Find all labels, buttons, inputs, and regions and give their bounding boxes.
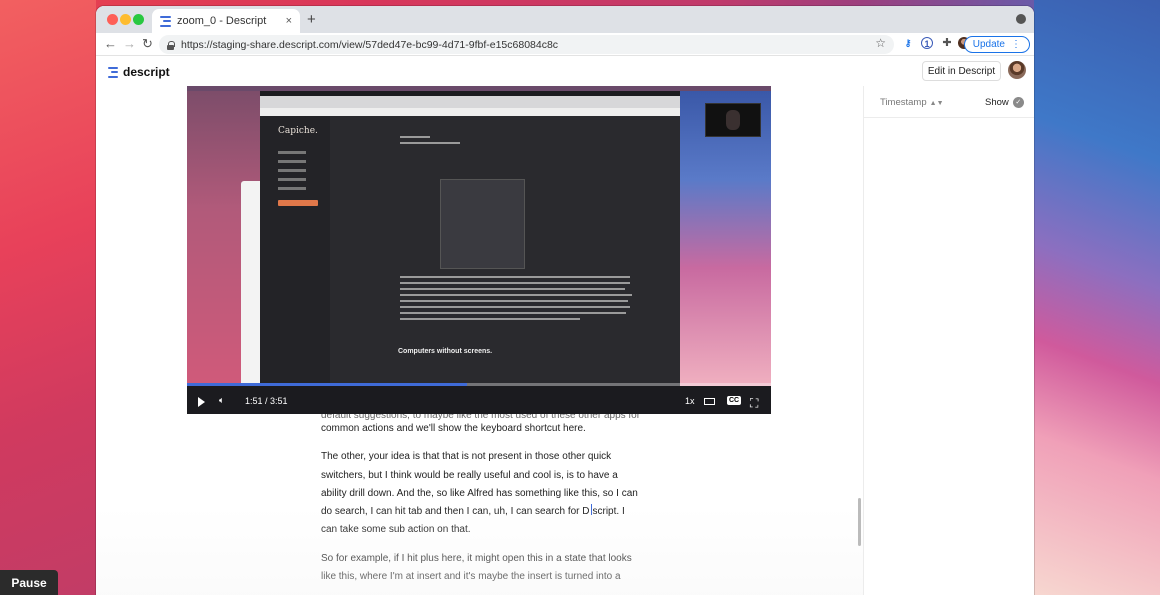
paragraph-text: So for example, if I hit plus here, it m… — [321, 552, 632, 583]
extension-1password-icon[interactable]: 1 — [921, 37, 933, 49]
address-bar[interactable]: https://staging-share.descript.com/view/… — [159, 35, 894, 54]
sidebar: Timestamp ▲▼ Show ✓ — [863, 86, 1034, 595]
recorded-article — [400, 136, 640, 184]
recorded-logo: Capiche. — [278, 126, 318, 136]
player-controls: 🔈︎ 1:51 / 3:51 1x CC ⛶ — [187, 388, 771, 414]
fullscreen-icon[interactable]: ⛶ — [750, 396, 758, 411]
show-label: Show — [985, 97, 1009, 108]
close-window-button[interactable] — [107, 14, 118, 25]
chrome-profile-icon[interactable] — [1016, 14, 1026, 24]
sidebar-header: Timestamp ▲▼ Show ✓ — [864, 86, 1034, 118]
scrollbar[interactable] — [858, 498, 861, 546]
new-tab-button[interactable]: + — [307, 11, 316, 28]
forward-arrow-icon[interactable]: → — [123, 36, 136, 51]
main-content: default suggestions, to maybe like the m… — [96, 86, 1034, 595]
time-display: 1:51 / 3:51 — [245, 396, 288, 406]
extensions-puzzle-icon[interactable]: ✚ — [941, 37, 953, 49]
lock-icon — [167, 40, 175, 50]
transcript-text: default suggestions, to maybe like the m… — [321, 412, 641, 595]
transcript-paragraph[interactable]: So for example, if I hit plus here, it m… — [321, 550, 641, 587]
menu-dots-icon: ⋮ — [1011, 39, 1021, 50]
descript-logo[interactable]: descript — [108, 65, 170, 79]
webcam-overlay — [705, 103, 761, 137]
check-icon: ✓ — [1012, 97, 1024, 108]
edit-in-descript-button[interactable]: Edit in Descript — [922, 61, 1001, 81]
descript-favicon-icon — [160, 15, 171, 27]
close-tab-icon[interactable]: × — [286, 15, 292, 27]
transcript-paragraph[interactable]: The other, your idea is that that is not… — [321, 448, 641, 539]
browser-window: zoom_0 - Descript × + ← → ↻ https://stag… — [96, 6, 1034, 595]
theater-mode-icon[interactable] — [704, 398, 715, 405]
recorded-browser: Capiche. Computers without screens. — [260, 96, 680, 386]
timestamp-label: Timestamp — [880, 97, 927, 108]
desktop-wallpaper-right — [1034, 0, 1160, 595]
descript-header: descript Edit in Descript — [96, 56, 1034, 88]
progress-fill — [187, 383, 468, 386]
recorded-screenshot — [440, 179, 525, 269]
captions-button[interactable]: CC — [727, 396, 742, 405]
show-toggle[interactable]: Show ✓ — [985, 97, 1024, 108]
minimize-window-button[interactable] — [120, 14, 131, 25]
tab-descript[interactable]: zoom_0 - Descript × — [152, 9, 300, 33]
update-label: Update — [972, 39, 1005, 50]
desktop-wallpaper-left — [0, 0, 96, 595]
bookmark-star-icon[interactable]: ☆ — [875, 36, 886, 50]
pause-button[interactable]: Pause — [0, 570, 58, 595]
sort-arrows-icon: ▲▼ — [929, 100, 944, 107]
volume-icon[interactable]: 🔈︎ — [219, 395, 224, 406]
url-text: https://staging-share.descript.com/view/… — [181, 38, 559, 51]
back-arrow-icon[interactable]: ← — [104, 36, 117, 51]
tab-title: zoom_0 - Descript — [177, 15, 267, 27]
transcript-area: default suggestions, to maybe like the m… — [96, 86, 863, 595]
descript-logo-icon — [108, 66, 118, 78]
chrome-update-button[interactable]: Update ⋮ — [963, 36, 1030, 53]
extension-key-icon[interactable]: ⚷ — [902, 37, 914, 49]
tab-bar: zoom_0 - Descript × + — [96, 6, 1034, 33]
text-cursor — [590, 504, 592, 516]
reload-icon[interactable]: ↻ — [142, 36, 153, 52]
paragraph-text: common actions and we'll show the keyboa… — [321, 423, 586, 434]
browser-toolbar: ← → ↻ https://staging-share.descript.com… — [96, 33, 1034, 56]
logo-text: descript — [123, 65, 170, 79]
timestamp-sort[interactable]: Timestamp ▲▼ — [880, 97, 944, 108]
transcript-paragraph[interactable]: common actions and we'll show the keyboa… — [321, 420, 641, 438]
play-icon[interactable] — [198, 397, 205, 407]
user-avatar[interactable] — [1008, 61, 1026, 79]
progress-bar[interactable] — [187, 383, 771, 386]
playback-speed-button[interactable]: 1x — [685, 396, 695, 406]
maximize-window-button[interactable] — [133, 14, 144, 25]
recorded-heading: Computers without screens. — [398, 348, 493, 355]
video-player[interactable]: Capiche. Computers without screens. 🔈︎ 1… — [187, 86, 771, 414]
